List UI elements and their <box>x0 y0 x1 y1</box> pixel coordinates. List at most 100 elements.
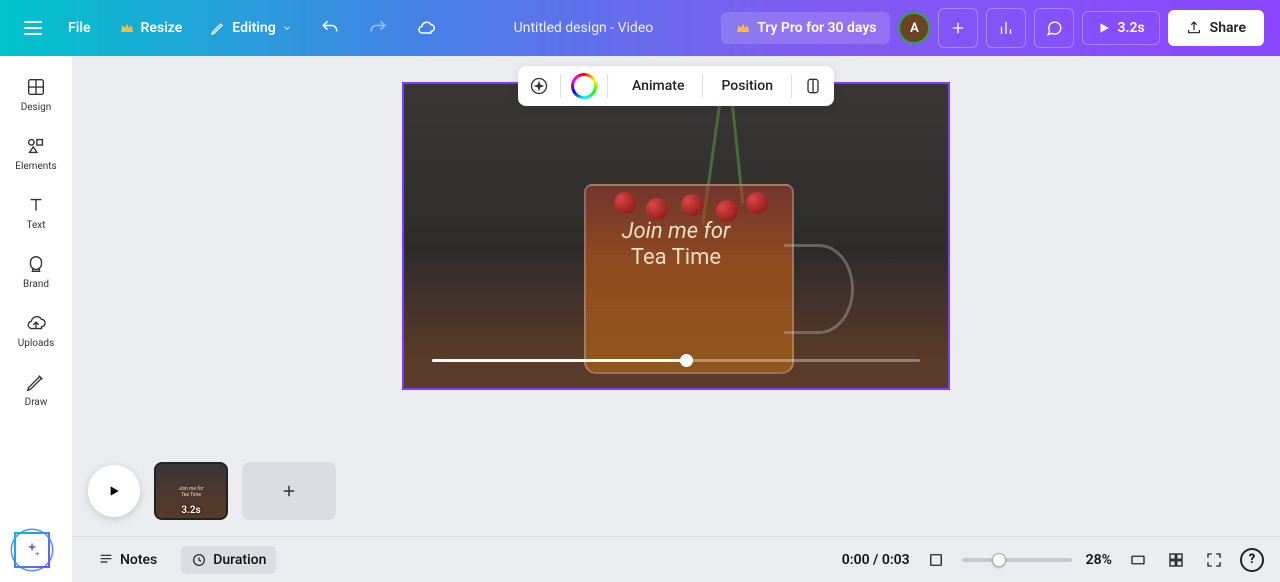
add-page-button[interactable] <box>242 462 336 520</box>
video-canvas[interactable]: Join me for Tea Time <box>402 82 950 390</box>
zoom-percent-label: 28% <box>1086 552 1112 568</box>
duration-button[interactable]: Duration <box>181 546 276 574</box>
sparkle-circle-icon <box>529 76 549 96</box>
mug-graphic <box>584 184 864 384</box>
help-button[interactable]: ? <box>1240 548 1264 572</box>
help-label: ? <box>1249 552 1255 567</box>
share-button[interactable]: Share <box>1168 10 1264 46</box>
separator <box>560 74 561 98</box>
brand-icon <box>25 253 47 275</box>
pencil-icon <box>210 20 226 36</box>
sidebar-item-text[interactable]: Text <box>0 184 72 241</box>
canvas-text-line2: Tea Time <box>404 245 948 271</box>
play-preview-button[interactable]: 3.2s <box>1082 11 1159 45</box>
video-progress-track[interactable] <box>432 359 920 362</box>
preview-time-label: 3.2s <box>1117 20 1144 36</box>
play-icon <box>106 483 122 499</box>
text-icon <box>25 194 47 216</box>
share-label: Share <box>1210 20 1246 36</box>
position-button[interactable]: Position <box>713 72 781 100</box>
scale-icon <box>1129 551 1147 569</box>
sidebar-item-brand[interactable]: Brand <box>0 243 72 300</box>
plus-icon <box>280 482 298 500</box>
sidebar-item-label: Elements <box>15 161 56 172</box>
play-icon <box>1097 21 1111 35</box>
resize-label: Resize <box>141 20 183 36</box>
file-label: File <box>68 20 91 36</box>
notes-button[interactable]: Notes <box>88 546 167 574</box>
notes-label: Notes <box>120 552 157 568</box>
magic-button[interactable] <box>14 532 50 568</box>
pages-icon <box>927 551 945 569</box>
crown-icon <box>735 20 751 36</box>
avatar[interactable]: A <box>898 12 930 44</box>
play-button[interactable] <box>88 465 140 517</box>
canvas-text[interactable]: Join me for Tea Time <box>404 219 948 272</box>
file-button[interactable]: File <box>58 12 101 44</box>
sidebar-item-design[interactable]: Design <box>0 66 72 123</box>
uploads-icon <box>25 312 47 334</box>
elements-icon <box>25 135 47 157</box>
clip-duration-label: 3.2s <box>181 505 200 516</box>
position-label: Position <box>721 78 773 94</box>
editing-label: Editing <box>232 20 275 36</box>
insights-button[interactable] <box>986 8 1026 48</box>
comment-icon <box>1045 19 1063 37</box>
zoom-slider[interactable] <box>962 558 1072 562</box>
sparkle-icon <box>23 541 41 559</box>
try-pro-button[interactable]: Try Pro for 30 days <box>721 12 890 44</box>
video-progress-thumb[interactable] <box>680 354 693 367</box>
scale-view-button[interactable] <box>1126 548 1150 572</box>
crown-icon <box>119 20 135 36</box>
grid-view-button[interactable] <box>1164 548 1188 572</box>
chart-icon <box>997 19 1015 37</box>
separator <box>702 74 703 98</box>
pages-view-button[interactable] <box>924 548 948 572</box>
sidebar-item-label: Text <box>26 220 45 231</box>
cloud-icon <box>416 18 436 38</box>
canvas-text-line1: Join me for <box>404 219 948 245</box>
animate-label: Animate <box>632 78 684 94</box>
clip-thumbnail[interactable]: Join me for Tea Time 3.2s <box>154 462 228 520</box>
separator <box>607 74 608 98</box>
sidebar-item-label: Brand <box>23 279 49 290</box>
sidebar-item-uploads[interactable]: Uploads <box>0 302 72 359</box>
color-picker-button[interactable] <box>571 73 597 99</box>
transparency-button[interactable] <box>802 75 824 97</box>
sidebar: Design Elements Text Brand Uploads Draw <box>0 56 72 582</box>
add-collaborator-button[interactable] <box>938 8 978 48</box>
sidebar-item-elements[interactable]: Elements <box>0 125 72 182</box>
menu-button[interactable] <box>16 13 50 43</box>
design-title-input[interactable] <box>494 20 672 36</box>
design-icon <box>25 76 47 98</box>
ai-generate-button[interactable] <box>528 75 550 97</box>
duration-label: Duration <box>213 552 266 568</box>
comment-button[interactable] <box>1034 8 1074 48</box>
resize-button[interactable]: Resize <box>109 12 193 44</box>
sidebar-item-draw[interactable]: Draw <box>0 361 72 418</box>
draw-icon <box>25 371 47 393</box>
fullscreen-button[interactable] <box>1202 548 1226 572</box>
try-pro-label: Try Pro for 30 days <box>757 20 876 36</box>
clip-mini-text: Join me for Tea Time <box>156 486 226 498</box>
undo-button[interactable] <box>310 8 350 48</box>
animate-button[interactable]: Animate <box>618 72 692 100</box>
grid-icon <box>1167 551 1185 569</box>
share-icon <box>1186 20 1202 36</box>
transparency-icon <box>803 76 823 96</box>
editing-dropdown[interactable]: Editing <box>200 12 301 44</box>
time-display: 0:00 / 0:03 <box>842 552 910 568</box>
sidebar-item-label: Uploads <box>18 338 54 349</box>
zoom-thumb[interactable] <box>992 553 1006 567</box>
chevron-down-icon <box>282 23 292 33</box>
cloud-sync-button[interactable] <box>406 8 446 48</box>
sidebar-item-label: Draw <box>25 397 48 408</box>
sidebar-item-label: Design <box>21 102 52 113</box>
plus-icon <box>949 19 967 37</box>
avatar-initial: A <box>910 21 919 36</box>
undo-icon <box>320 18 340 38</box>
redo-button[interactable] <box>358 8 398 48</box>
notes-icon <box>98 552 114 568</box>
redo-icon <box>368 18 388 38</box>
context-toolbar: Animate Position <box>518 66 834 106</box>
